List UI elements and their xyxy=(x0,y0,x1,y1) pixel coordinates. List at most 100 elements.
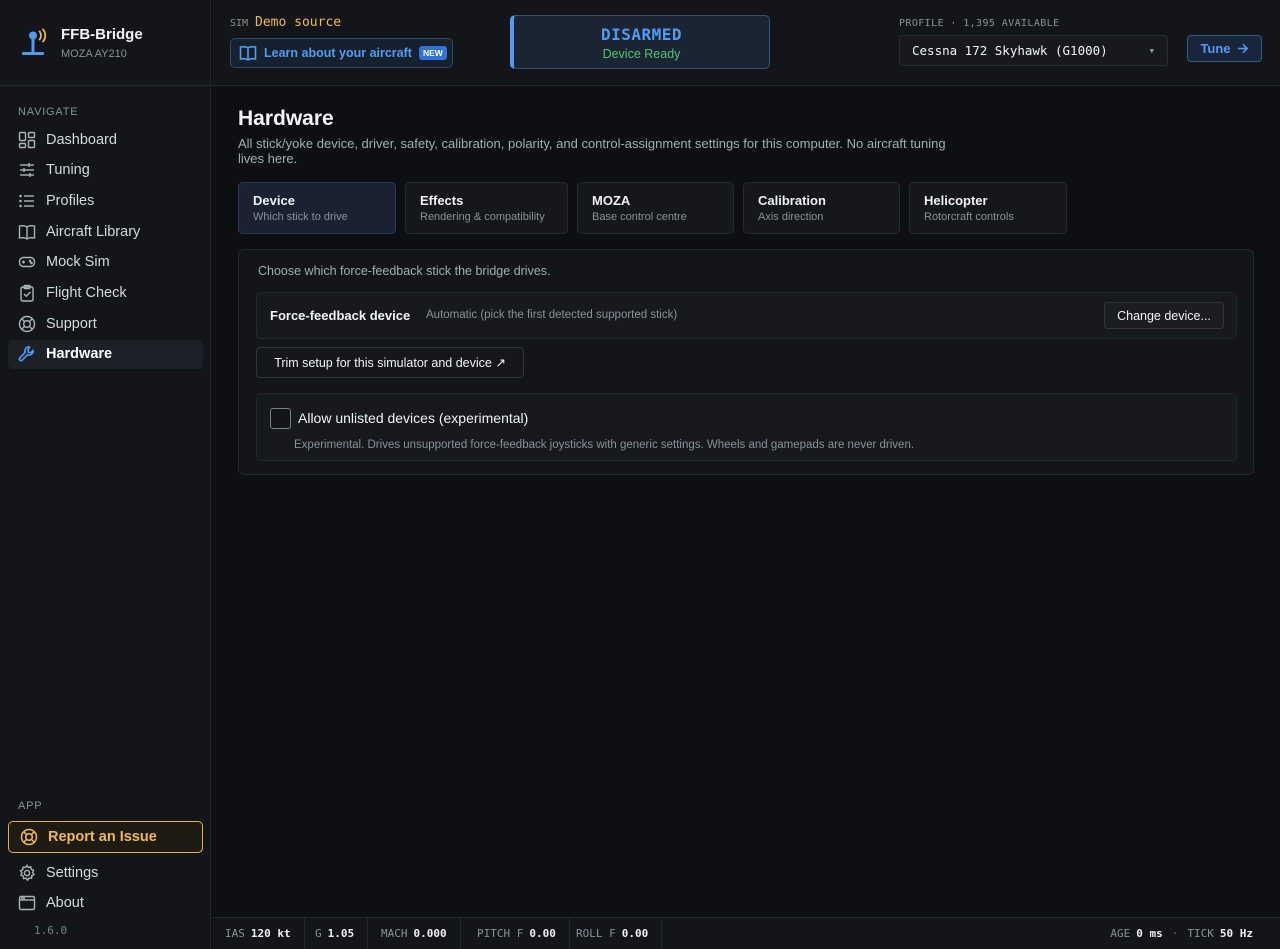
joystick-logo-icon xyxy=(22,27,47,55)
tab-subtitle: Rendering & compatibility xyxy=(420,211,545,223)
change-device-button[interactable]: Change device... xyxy=(1104,302,1224,329)
tab-effects[interactable]: Effects Rendering & compatibility xyxy=(405,182,568,234)
tab-title: Calibration xyxy=(758,193,826,208)
profile-selected-value: Cessna 172 Skyhawk (G1000) xyxy=(912,43,1108,58)
telemetry-key: MACH xyxy=(381,927,408,940)
hardware-tabs: Device Which stick to drive Effects Rend… xyxy=(238,182,1076,234)
telemetry-value: 1.05 xyxy=(327,927,355,940)
device-label: Force-feedback device xyxy=(270,308,411,323)
tab-subtitle: Base control centre xyxy=(592,211,687,223)
sidebar-item-settings[interactable]: Settings xyxy=(8,858,203,887)
gear-icon xyxy=(19,863,36,881)
lifebuoy-icon xyxy=(20,828,38,846)
telemetry-value: 0.00 xyxy=(529,927,556,940)
sidebar-item-label: Aircraft Library xyxy=(46,223,141,240)
tab-title: Device xyxy=(253,193,295,208)
profile-select[interactable]: Cessna 172 Skyhawk (G1000) ▼ xyxy=(899,35,1168,66)
navigate-section-label: NAVIGATE xyxy=(18,106,79,118)
tab-calibration[interactable]: Calibration Axis direction xyxy=(743,182,900,234)
book-icon xyxy=(239,45,257,61)
topbar: SIM Demo source Learn about your aircraf… xyxy=(212,0,1280,86)
age-key: AGE xyxy=(1110,927,1131,940)
main-nav: Dashboard Tuning Profiles Aircraft Libra… xyxy=(8,125,203,371)
tab-subtitle: Axis direction xyxy=(758,211,824,223)
new-badge: NEW xyxy=(418,46,447,60)
tab-device[interactable]: Device Which stick to drive xyxy=(238,182,396,234)
sidebar-item-flight-check[interactable]: Flight Check xyxy=(8,278,203,307)
tab-helicopter[interactable]: Helicopter Rotorcraft controls xyxy=(909,182,1067,234)
device-status-text: Device Ready xyxy=(602,47,681,61)
sidebar-item-profiles[interactable]: Profiles xyxy=(8,186,203,215)
telemetry-value: 120 kt xyxy=(250,927,291,940)
device-value: Automatic (pick the first detected suppo… xyxy=(426,309,678,321)
report-issue-button[interactable]: Report an Issue xyxy=(8,821,203,853)
sidebar-item-label: About xyxy=(46,895,84,912)
sidebar-item-label: Flight Check xyxy=(46,284,127,301)
brand: FFB-Bridge MOZA AY210 xyxy=(0,0,210,86)
sidebar-item-label: Hardware xyxy=(46,346,113,363)
learn-aircraft-button[interactable]: Learn about your aircraft NEW xyxy=(230,38,453,68)
telemetry-g: G 1.05 xyxy=(302,918,369,949)
sidebar-item-label: Support xyxy=(46,315,97,332)
arrow-right-icon xyxy=(1237,43,1248,54)
telemetry-timing: AGE 0 ms · TICK 50 Hz xyxy=(1110,927,1253,940)
gamepad-icon xyxy=(18,257,36,268)
tab-subtitle: Which stick to drive xyxy=(253,211,348,223)
tune-button[interactable]: Tune xyxy=(1187,35,1262,62)
tick-key: TICK xyxy=(1187,927,1214,940)
allow-unlisted-label[interactable]: Allow unlisted devices (experimental) xyxy=(298,410,528,426)
learn-aircraft-label: Learn about your aircraft xyxy=(264,46,412,60)
telemetry-key: PITCH F xyxy=(477,927,524,940)
telemetry-value: 0.000 xyxy=(413,927,447,940)
telemetry-ias: IAS 120 kt xyxy=(212,918,305,949)
app-nav: Settings About xyxy=(8,858,203,919)
app-version: 1.6.0 xyxy=(34,924,68,937)
clipboard-check-icon xyxy=(20,284,34,302)
chevron-down-icon: ▼ xyxy=(1149,47,1154,55)
telemetry-mach: MACH 0.000 xyxy=(368,918,461,949)
device-panel: Choose which force-feedback stick the br… xyxy=(238,249,1254,475)
sidebar-item-dashboard[interactable]: Dashboard xyxy=(8,125,203,154)
tab-subtitle: Rotorcraft controls xyxy=(924,211,1014,223)
profile-label: PROFILE · 1,395 AVAILABLE xyxy=(899,18,1060,29)
telemetry-statusbar: IAS 120 kt G 1.05 MACH 0.000 PITCH F 0.0… xyxy=(212,917,1280,949)
sidebar-item-label: Settings xyxy=(46,864,99,881)
sidebar-item-aircraft-library[interactable]: Aircraft Library xyxy=(8,217,203,246)
telemetry-value: 0.00 xyxy=(621,927,649,940)
page-title: Hardware xyxy=(238,107,334,130)
app-section-label: APP xyxy=(18,800,43,812)
telemetry-key: IAS xyxy=(225,927,245,940)
sidebar-item-label: Dashboard xyxy=(46,131,117,148)
tab-title: Effects xyxy=(420,193,464,208)
sidebar-item-mock-sim[interactable]: Mock Sim xyxy=(8,248,203,277)
telemetry-key: G xyxy=(315,927,322,940)
allow-unlisted-description: Experimental. Drives unsupported force-f… xyxy=(294,439,915,451)
window-icon xyxy=(18,895,36,911)
telemetry-pitch-force: PITCH F 0.00 xyxy=(464,918,570,949)
sidebar-item-label: Tuning xyxy=(46,162,90,179)
sidebar-item-hardware[interactable]: Hardware xyxy=(8,339,203,369)
list-icon xyxy=(19,194,34,208)
tune-label: Tune xyxy=(1200,41,1231,56)
dashboard-icon xyxy=(18,131,36,148)
unlisted-devices-row: Allow unlisted devices (experimental) Ex… xyxy=(256,393,1237,461)
report-issue-label: Report an Issue xyxy=(48,829,157,845)
sim-source-value: Demo source xyxy=(255,15,342,30)
separator-dot: · xyxy=(1171,927,1179,940)
sidebar-item-support[interactable]: Support xyxy=(8,309,203,338)
page-description: All stick/yoke device, driver, safety, c… xyxy=(238,136,946,166)
allow-unlisted-checkbox[interactable] xyxy=(270,408,291,429)
age-value: 0 ms xyxy=(1136,927,1163,940)
arm-status-indicator: DISARMED Device Ready xyxy=(510,15,770,69)
sidebar-item-label: Profiles xyxy=(46,192,95,209)
tab-title: MOZA xyxy=(592,193,631,208)
sim-label: SIM xyxy=(230,18,249,29)
sidebar-item-about[interactable]: About xyxy=(8,889,203,918)
sidebar: FFB-Bridge MOZA AY210 NAVIGATE Dashboard… xyxy=(0,0,211,949)
wrench-icon xyxy=(18,346,34,362)
tab-title: Helicopter xyxy=(924,193,988,208)
tab-moza[interactable]: MOZA Base control centre xyxy=(577,182,734,234)
sidebar-item-tuning[interactable]: Tuning xyxy=(8,156,203,185)
telemetry-key: ROLL F xyxy=(576,927,616,940)
trim-setup-button[interactable]: Trim setup for this simulator and device… xyxy=(256,347,524,378)
